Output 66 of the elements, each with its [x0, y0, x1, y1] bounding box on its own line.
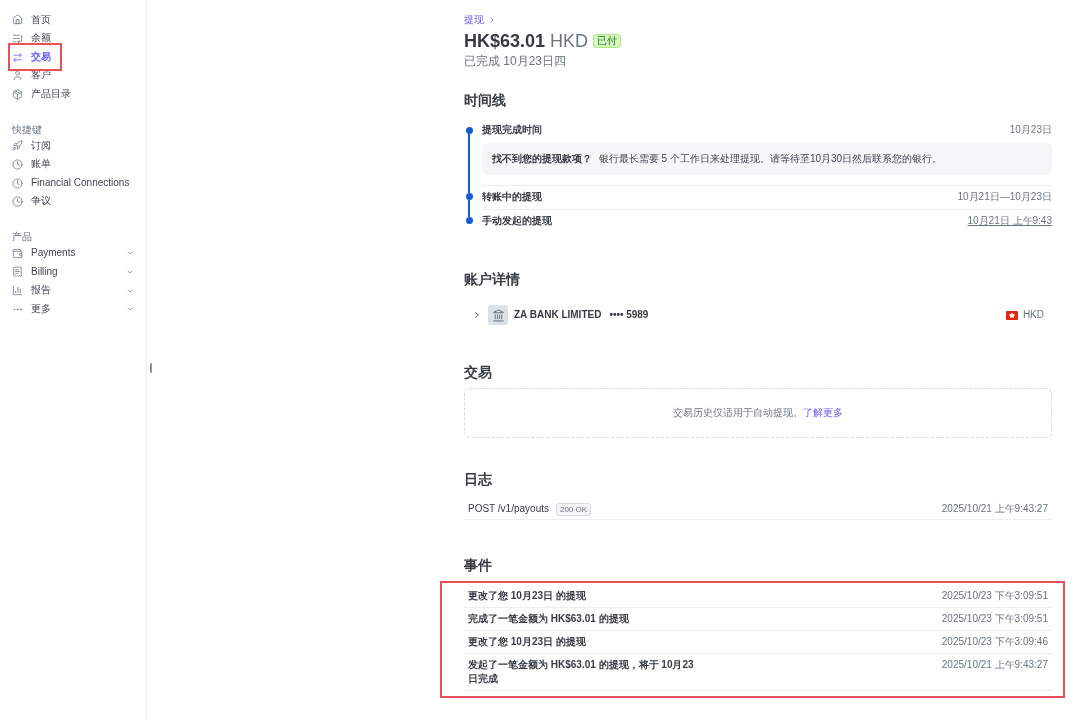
currency-code: HKD — [1022, 308, 1044, 322]
event-time: 2025/10/23 下午3:09:51 — [941, 589, 1048, 603]
status-subtitle: 已完成 10月23日四 — [464, 53, 568, 69]
clock-icon — [12, 159, 23, 171]
timeline-time: 10月23日 — [1009, 123, 1052, 137]
section-title: 产品 — [12, 230, 33, 245]
chevron-right-icon[interactable] — [472, 310, 482, 320]
box-icon — [12, 88, 23, 100]
nav-item[interactable]: 订阅 — [8, 136, 138, 156]
request-text: POST /v1/payouts — [468, 502, 549, 516]
account-number: •••• 5989 — [609, 308, 649, 322]
section-heading: 时间线 — [464, 91, 507, 110]
event-time: 2025/10/23 下午3:09:51 — [941, 612, 1048, 626]
clock-icon — [12, 196, 23, 208]
nav-item[interactable]: Billing — [8, 262, 138, 282]
timeline-label: 转账中的提现 — [482, 190, 542, 204]
timeline-label: 提现完成时间 — [482, 123, 542, 137]
nav-item[interactable]: 交易 — [8, 42, 62, 72]
event-time: 2025/10/23 下午3:09:46 — [941, 635, 1048, 649]
flag-icon — [1005, 310, 1018, 320]
rocket-icon — [12, 140, 23, 152]
nav-item[interactable]: 争议 — [8, 192, 138, 212]
section-heading: 交易 — [464, 363, 493, 382]
clock-icon — [12, 177, 23, 189]
nav-item[interactable]: 更多 — [8, 299, 138, 319]
info-note: 找不到您的提现款项？ 银行最长需要 5 个工作日来处理提现。请等待至10月30日然后联系您的银行。 — [482, 143, 1052, 175]
nav-item[interactable]: Payments — [8, 244, 138, 263]
resize-handle[interactable] — [150, 363, 152, 373]
status-code-tag: 200 OK — [555, 502, 592, 516]
section-title: 快捷键 — [12, 122, 43, 137]
timeline-time-link[interactable]: 10月21日 上午9:43 — [967, 214, 1052, 228]
timeline-dot-icon — [465, 126, 473, 134]
status-badge: 已付 — [593, 34, 622, 48]
event-time: 2025/10/21 上午9:43:27 — [941, 658, 1048, 672]
bank-icon — [488, 305, 508, 325]
event-text: 更改了您 10月23日 的提现 — [468, 635, 586, 649]
bar-chart-icon — [12, 285, 23, 296]
nav-item[interactable]: 报告 — [8, 281, 138, 300]
nav-item[interactable]: Financial Connections — [8, 173, 138, 193]
arrows-left-right-icon — [12, 51, 23, 63]
breadcrumb-link[interactable]: 提现 — [464, 13, 484, 27]
chevron-right-icon — [488, 16, 496, 24]
wallet-icon — [12, 247, 23, 259]
timeline-time: 10月21日—10月23日 — [957, 190, 1052, 204]
nav-item[interactable]: 首页 — [8, 10, 138, 30]
section-heading: 日志 — [464, 470, 493, 489]
timeline-label: 手动发起的提现 — [482, 214, 552, 228]
nav-item[interactable]: 产品目录 — [8, 85, 138, 104]
home-icon — [12, 14, 23, 26]
empty-state-text: 交易历史仅适用于自动提现。了解更多 — [673, 406, 843, 420]
amount-text: HK$63.01 — [464, 30, 546, 53]
section-heading: 账户详情 — [464, 270, 521, 289]
event-text: 发起了一笔金额为 HK$63.01 的提现，将于 10月23日完成 — [468, 658, 695, 686]
currency-text: HKD — [550, 30, 589, 53]
timeline-dot-icon — [465, 192, 473, 200]
learn-more-link[interactable]: 了解更多 — [803, 407, 843, 418]
section-heading: 事件 — [464, 556, 493, 575]
event-text: 完成了一笔金额为 HK$63.01 的提现 — [468, 612, 629, 626]
receipt-icon — [12, 266, 23, 278]
bank-name: ZA BANK LIMITED — [514, 308, 602, 322]
nav-item[interactable]: 账单 — [8, 155, 138, 174]
timeline-dot-icon — [465, 216, 473, 224]
log-time: 2025/10/21 上午9:43:27 — [941, 502, 1048, 516]
event-text: 更改了您 10月23日 的提现 — [468, 589, 586, 603]
list-arrow-icon — [12, 33, 23, 45]
user-icon — [12, 70, 23, 82]
